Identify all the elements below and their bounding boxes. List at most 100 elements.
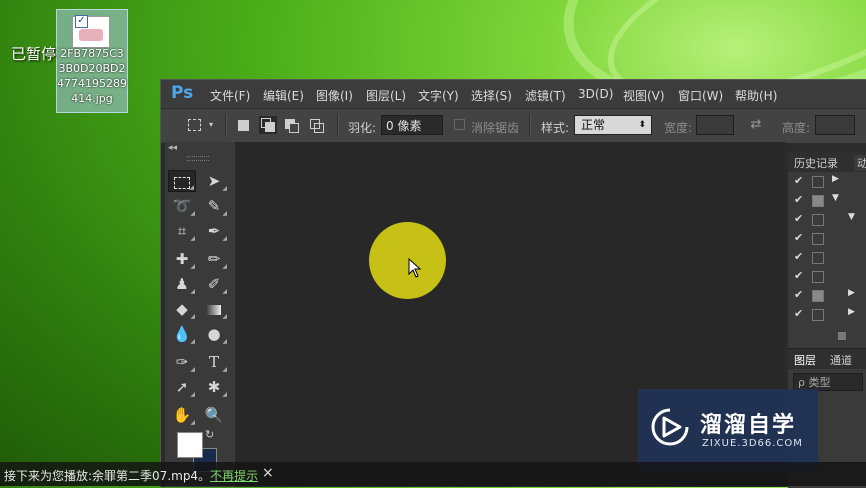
pen-tool-icon[interactable]: ✑ ◢ bbox=[168, 351, 196, 373]
image-preview bbox=[79, 29, 103, 41]
list-item[interactable]: ✔ ▼ bbox=[788, 191, 866, 210]
swap-colors-icon[interactable]: ↻ bbox=[205, 428, 214, 441]
check-icon[interactable]: ✔ bbox=[794, 288, 803, 301]
toggle-box[interactable] bbox=[812, 252, 824, 264]
menu-filter[interactable]: 滤镜(T) bbox=[525, 87, 566, 104]
chevron-down-icon[interactable]: ▾ bbox=[204, 118, 218, 132]
add-to-selection-icon[interactable] bbox=[259, 116, 277, 134]
menu-layer[interactable]: 图层(L) bbox=[366, 87, 406, 104]
feather-input[interactable]: 0 像素 bbox=[381, 115, 443, 135]
tab-history[interactable]: 历史记录 bbox=[794, 155, 838, 171]
grip-handle[interactable] bbox=[187, 156, 209, 161]
dodge-tool-icon[interactable]: ● ◢ bbox=[200, 323, 228, 345]
toggle-box[interactable] bbox=[812, 214, 824, 226]
layers-panel-tabs: 图层 通道 bbox=[788, 349, 866, 369]
new-selection-icon[interactable] bbox=[236, 118, 250, 132]
check-icon[interactable]: ✔ bbox=[794, 250, 803, 263]
check-icon[interactable]: ✔ bbox=[794, 307, 803, 320]
tab-layers[interactable]: 图层 bbox=[794, 352, 816, 368]
list-item[interactable]: ✔ ▼ bbox=[788, 210, 866, 229]
collapse-icon[interactable]: ◂◂ bbox=[168, 143, 177, 153]
toggle-box[interactable] bbox=[812, 309, 824, 321]
next-video-notice: 接下来为您播放:余罪第二季07.mp4。不再提示 bbox=[4, 467, 258, 484]
list-item[interactable]: ✔ bbox=[788, 229, 866, 248]
antialias-checkbox[interactable] bbox=[454, 119, 465, 130]
watermark-url: ZIXUE.3D66.COM bbox=[702, 438, 803, 449]
watermark: 溜溜自学 ZIXUE.3D66.COM bbox=[638, 389, 818, 473]
player-status-bar: 接下来为您播放:余罪第二季07.mp4。不再提示 × bbox=[0, 462, 866, 486]
blur-tool-icon[interactable]: 💧 ◢ bbox=[168, 323, 196, 345]
play-logo-icon bbox=[651, 408, 689, 446]
toggle-box[interactable] bbox=[812, 233, 824, 245]
desktop-file-icon[interactable]: ✓ 2FB7875C33B0D20BD24774195289414.jpg bbox=[56, 9, 128, 113]
collapse-triangle-icon[interactable]: ▼ bbox=[832, 193, 839, 203]
width-input[interactable] bbox=[696, 115, 734, 135]
expand-triangle-icon[interactable]: ▶ bbox=[848, 307, 855, 317]
brush-tool-icon[interactable]: ✏ ◢ bbox=[200, 248, 228, 270]
stamp-tool-icon[interactable]: ♟ ◢ bbox=[168, 273, 196, 295]
updown-arrow-icon: ⬍ bbox=[638, 120, 646, 130]
toggle-box[interactable] bbox=[812, 176, 824, 188]
gradient-tool-icon[interactable]: ◢ bbox=[200, 298, 228, 320]
check-icon[interactable]: ✔ bbox=[794, 193, 803, 206]
quick-select-tool-icon[interactable]: ✎ ◢ bbox=[200, 195, 228, 217]
history-brush-tool-icon[interactable]: ✐ ◢ bbox=[200, 273, 228, 295]
height-input[interactable] bbox=[815, 115, 855, 135]
history-panel-tabs: 历史记录 动 bbox=[788, 152, 866, 172]
toggle-box[interactable] bbox=[812, 290, 824, 302]
zoom-tool-icon[interactable]: 🔍 bbox=[200, 404, 228, 426]
menu-edit[interactable]: 编辑(E) bbox=[263, 87, 304, 104]
dont-show-again-link[interactable]: 不再提示 bbox=[210, 469, 258, 483]
type-tool-icon[interactable]: T ◢ bbox=[200, 351, 228, 373]
toggle-box[interactable] bbox=[812, 271, 824, 283]
healing-brush-tool-icon[interactable]: ✚ ◢ bbox=[168, 248, 196, 270]
move-tool-icon[interactable]: ➤ ◢ bbox=[200, 170, 228, 192]
tab-actions[interactable]: 动 bbox=[854, 155, 866, 171]
crop-tool-icon[interactable]: ⌗ ◢ bbox=[168, 220, 196, 242]
eyedropper-tool-icon[interactable]: ✒ ◢ bbox=[200, 220, 228, 242]
list-item[interactable]: ✔ bbox=[788, 267, 866, 286]
collapse-triangle-icon[interactable]: ▼ bbox=[848, 212, 855, 222]
photoshop-logo: Ps bbox=[171, 83, 194, 103]
custom-shape-tool-icon[interactable]: ✱ ◢ bbox=[200, 376, 228, 398]
list-item[interactable]: ✔ ▶ bbox=[788, 286, 866, 305]
tab-channels[interactable]: 通道 bbox=[830, 352, 852, 368]
foreground-color-swatch[interactable] bbox=[177, 432, 203, 458]
menu-help[interactable]: 帮助(H) bbox=[735, 87, 777, 104]
list-item[interactable]: ✔ ▶ bbox=[788, 305, 866, 324]
menu-view[interactable]: 视图(V) bbox=[623, 87, 665, 104]
menu-window[interactable]: 窗口(W) bbox=[678, 87, 723, 104]
check-icon[interactable]: ✔ bbox=[794, 212, 803, 225]
expand-triangle-icon[interactable]: ▶ bbox=[848, 288, 855, 298]
toggle-box[interactable] bbox=[812, 195, 824, 207]
intersect-selection-icon[interactable] bbox=[309, 118, 324, 133]
lasso-tool-icon[interactable]: ➰ ◢ bbox=[168, 195, 196, 217]
toolbox: ◂◂ ◢ ➤ ◢ ➰ ◢ ✎ ◢ ⌗ ◢ ✒ ◢ ✚ ◢ ✏ ◢ ♟ ◢ ✐ ◢ ◆ ◢ ◢ 💧 ◢ … bbox=[165, 142, 236, 487]
options-bar: ▾ 羽化: 0 像素 消除锯齿 样式: 正常 ⬍ 宽度: ⇄ 高度: bbox=[161, 108, 866, 144]
divider bbox=[337, 115, 339, 137]
menu-file[interactable]: 文件(F) bbox=[210, 87, 250, 104]
menu-type[interactable]: 文字(Y) bbox=[418, 87, 459, 104]
close-icon[interactable]: × bbox=[262, 465, 274, 481]
check-icon[interactable]: ✔ bbox=[794, 174, 803, 187]
paused-label: 已暂停 bbox=[11, 45, 57, 63]
check-icon[interactable]: ✔ bbox=[794, 269, 803, 282]
check-icon[interactable]: ✔ bbox=[794, 231, 803, 244]
subtract-from-selection-icon[interactable] bbox=[284, 118, 299, 133]
antialias-label: 消除锯齿 bbox=[471, 121, 520, 135]
style-select[interactable]: 正常 ⬍ bbox=[574, 115, 652, 135]
menu-select[interactable]: 选择(S) bbox=[471, 87, 512, 104]
hand-tool-icon[interactable]: ✋ ◢ bbox=[168, 404, 196, 426]
marquee-preset-icon[interactable] bbox=[187, 118, 201, 132]
list-item[interactable]: ✔ bbox=[788, 248, 866, 267]
marquee-tool-icon[interactable]: ◢ bbox=[168, 170, 196, 192]
path-select-tool-icon[interactable]: ➚ ◢ bbox=[168, 376, 196, 398]
list-item[interactable]: ✔ ▶ bbox=[788, 172, 866, 191]
expand-triangle-icon[interactable]: ▶ bbox=[832, 174, 839, 184]
checkbox-icon[interactable]: ✓ bbox=[75, 15, 88, 28]
menu-3d[interactable]: 3D(D) bbox=[578, 87, 613, 101]
swap-dimensions-icon[interactable]: ⇄ bbox=[749, 118, 763, 132]
panel-menu-icon[interactable] bbox=[838, 332, 846, 340]
eraser-tool-icon[interactable]: ◆ ◢ bbox=[168, 298, 196, 320]
menu-image[interactable]: 图像(I) bbox=[316, 87, 353, 104]
